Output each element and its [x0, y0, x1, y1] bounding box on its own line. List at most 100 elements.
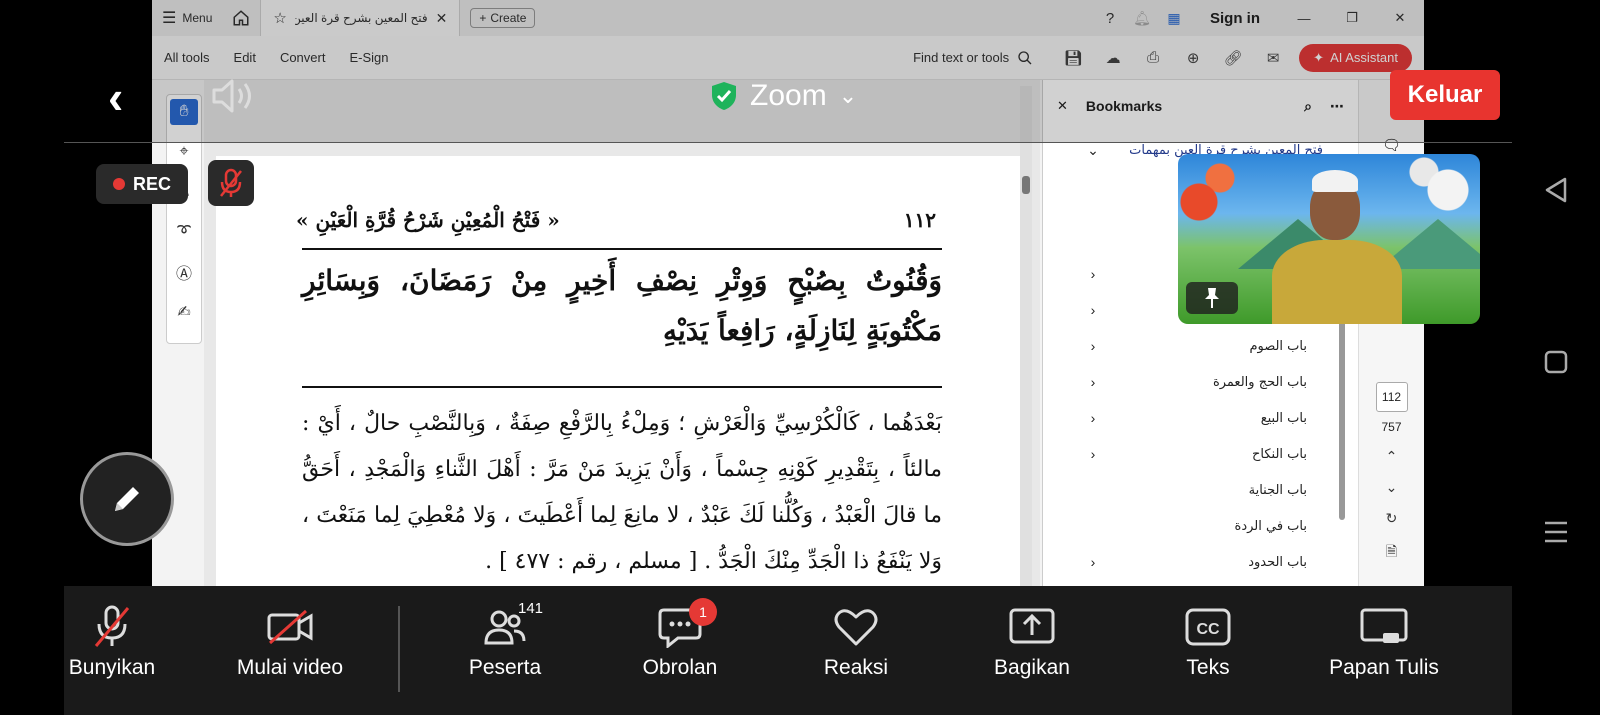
bookmark-item-nikah[interactable]: › باب النكاح [1043, 436, 1343, 472]
bookmark-label: باب الصوم [1249, 338, 1307, 354]
save-icon[interactable]: 💾︎ [1053, 49, 1093, 67]
bookmark-item-bay[interactable]: › باب البيع [1043, 400, 1343, 436]
sharh-text: بَعْدَهُما ، كَالْكُرْسِيِّ وَالْعَرْشِ … [302, 411, 942, 574]
chevron-down-icon[interactable]: ⌄ [1083, 142, 1103, 159]
chevron-right-icon[interactable]: › [1083, 374, 1103, 390]
chevron-right-icon[interactable]: › [1083, 338, 1103, 354]
menu-convert[interactable]: Convert [268, 50, 338, 65]
help-icon[interactable]: ? [1094, 10, 1126, 27]
speaker-icon[interactable] [210, 76, 258, 116]
home-square-icon[interactable] [1538, 344, 1574, 380]
share-screen-button[interactable]: Bagikan [962, 604, 1102, 680]
minimize-icon[interactable]: — [1280, 11, 1328, 26]
pin-video-button[interactable] [1186, 282, 1238, 314]
email-icon[interactable]: ✉ [1253, 49, 1293, 67]
find-text-or-tools[interactable]: Find text or tools [913, 50, 1053, 66]
find-label: Find text or tools [913, 50, 1010, 65]
close-tab-icon[interactable]: ✕ [436, 10, 448, 27]
reactions-label: Reaksi [823, 656, 889, 679]
lasso-tool-icon[interactable]: ➰︎ [170, 219, 198, 245]
sign-tool-icon[interactable]: ✍︎ [170, 299, 198, 325]
recents-lines-icon[interactable] [1538, 514, 1574, 550]
participants-button[interactable]: 141 Peserta [435, 600, 575, 680]
back-chevron-icon[interactable]: ‹ [108, 70, 148, 124]
speaker-video-thumbnail[interactable] [1178, 154, 1480, 324]
unmute-label: Bunyikan [68, 656, 156, 679]
menu-edit[interactable]: Edit [222, 50, 268, 65]
annotate-pen-button[interactable] [80, 452, 174, 546]
chevron-right-icon[interactable]: › [1083, 410, 1103, 426]
unmute-button[interactable]: Bunyikan [42, 604, 182, 680]
captions-label: Teks [1186, 656, 1230, 679]
print-icon[interactable]: ⎙ [1133, 49, 1173, 66]
star-icon: ☆ [273, 10, 287, 27]
menu-button[interactable]: ☰ Menu [152, 0, 222, 36]
bookmark-item-hajj[interactable]: › باب الحج والعمرة [1043, 364, 1343, 400]
exit-button[interactable]: Keluar [1390, 70, 1500, 120]
rec-label: REC [132, 173, 171, 194]
bookmark-item-hudud[interactable]: › باب الحدود [1043, 544, 1343, 580]
comment-icon[interactable]: 🗨︎ [1382, 136, 1401, 154]
acrobat-titlebar: ☰ Menu ☆ فتح المعين بشرح قرة العين ... ✕… [152, 0, 1424, 36]
record-dot-icon [112, 178, 125, 190]
android-nav-bar [1512, 0, 1600, 715]
tab-title: فتح المعين بشرح قرة العين ... [294, 11, 428, 25]
chevron-down-icon[interactable]: ⌄ [1386, 479, 1398, 496]
current-page-input[interactable]: 112 [1375, 382, 1408, 412]
chevron-right-icon[interactable]: › [1083, 554, 1103, 570]
more-options-icon[interactable]: ⋯ [1330, 98, 1344, 115]
document-scrollbar[interactable] [1020, 86, 1032, 586]
start-video-label: Mulai video [236, 656, 344, 679]
cloud-upload-icon[interactable]: ☁︎ [1093, 49, 1133, 67]
back-triangle-icon[interactable] [1538, 172, 1574, 208]
hand-tool-icon[interactable]: ✋︎ [170, 99, 198, 125]
home-button[interactable] [222, 0, 260, 36]
share-user-icon[interactable]: ⊕ [1173, 49, 1213, 67]
document-scrollbar-thumb[interactable] [1022, 176, 1030, 194]
notification-bell-icon[interactable]: 🔔︎ [1126, 10, 1158, 27]
pin-icon [1205, 288, 1219, 308]
home-icon [233, 10, 249, 26]
document-tab[interactable]: ☆ فتح المعين بشرح قرة العين ... ✕ [260, 0, 461, 36]
bookmark-item-saum[interactable]: › باب الصوم [1043, 328, 1343, 364]
menu-esign[interactable]: E-Sign [337, 50, 400, 65]
search-icon [1018, 50, 1032, 64]
refresh-icon[interactable]: ↻ [1386, 510, 1398, 527]
chevron-right-icon[interactable]: › [1083, 446, 1103, 462]
chevron-up-icon[interactable]: ⌃ [1386, 448, 1398, 465]
link-icon[interactable]: 🔗︎ [1213, 49, 1253, 67]
bookmarks-title: Bookmarks [1085, 98, 1163, 114]
bookmark-item-riddah[interactable]: باب في الردة [1043, 508, 1343, 544]
close-window-icon[interactable]: ✕ [1376, 10, 1424, 26]
bookmark-label: باب الجناية [1248, 482, 1307, 498]
text-box-tool-icon[interactable]: Ⓐ [170, 259, 198, 285]
apps-grid-icon[interactable]: ▦ [1158, 10, 1190, 27]
create-button[interactable]: + Create [470, 8, 536, 28]
bookmarks-header: ✕ Bookmarks ⌕ ⋯ [1043, 80, 1358, 132]
chevron-right-icon[interactable]: › [1083, 302, 1103, 318]
chevron-right-icon[interactable]: › [1083, 266, 1103, 282]
bookmark-search-icon[interactable]: ⌕ [1304, 98, 1312, 115]
matn-text: وَقُنُوتٌ بِصُبْحٍ وَوِتْرِ نِصْفِ أَخِي… [302, 264, 942, 347]
bookmark-item-jinayah[interactable]: باب الجناية [1043, 472, 1343, 508]
menu-all-tools[interactable]: All tools [152, 50, 222, 65]
recording-indicator[interactable]: REC [96, 164, 188, 204]
participants-count: 141 [518, 600, 544, 617]
close-bookmarks-icon[interactable]: ✕ [1057, 98, 1068, 114]
reactions-button[interactable]: Reaksi [786, 604, 926, 680]
chat-button[interactable]: 1 Obrolan [610, 598, 750, 680]
document-canvas[interactable]: « فَتْحُ الْمُعِيْنِ شَرْحُ قُرَّةِ الْع… [204, 80, 1040, 586]
running-title: « فَتْحُ الْمُعِيْنِ شَرْحُ قُرَّةِ الْع… [296, 208, 560, 232]
zoom-title-dropdown[interactable]: Zoom ⌄ [710, 76, 857, 116]
whiteboard-icon [1359, 604, 1409, 650]
start-video-button[interactable]: Mulai video [220, 604, 360, 680]
plus-icon: + [479, 11, 487, 25]
page-file-icon[interactable]: 🗎︎ [1386, 541, 1397, 565]
ai-assistant-button[interactable]: ✦ AI Assistant [1299, 43, 1412, 72]
sign-in-button[interactable]: Sign in [1190, 10, 1280, 27]
whiteboard-button[interactable]: Papan Tulis [1314, 604, 1454, 680]
restore-icon[interactable]: ❐ [1328, 10, 1376, 26]
captions-button[interactable]: CC Teks [1138, 604, 1278, 680]
closed-captions-icon: CC [1183, 604, 1233, 650]
bookmark-label: باب الحج والعمرة [1212, 374, 1307, 390]
